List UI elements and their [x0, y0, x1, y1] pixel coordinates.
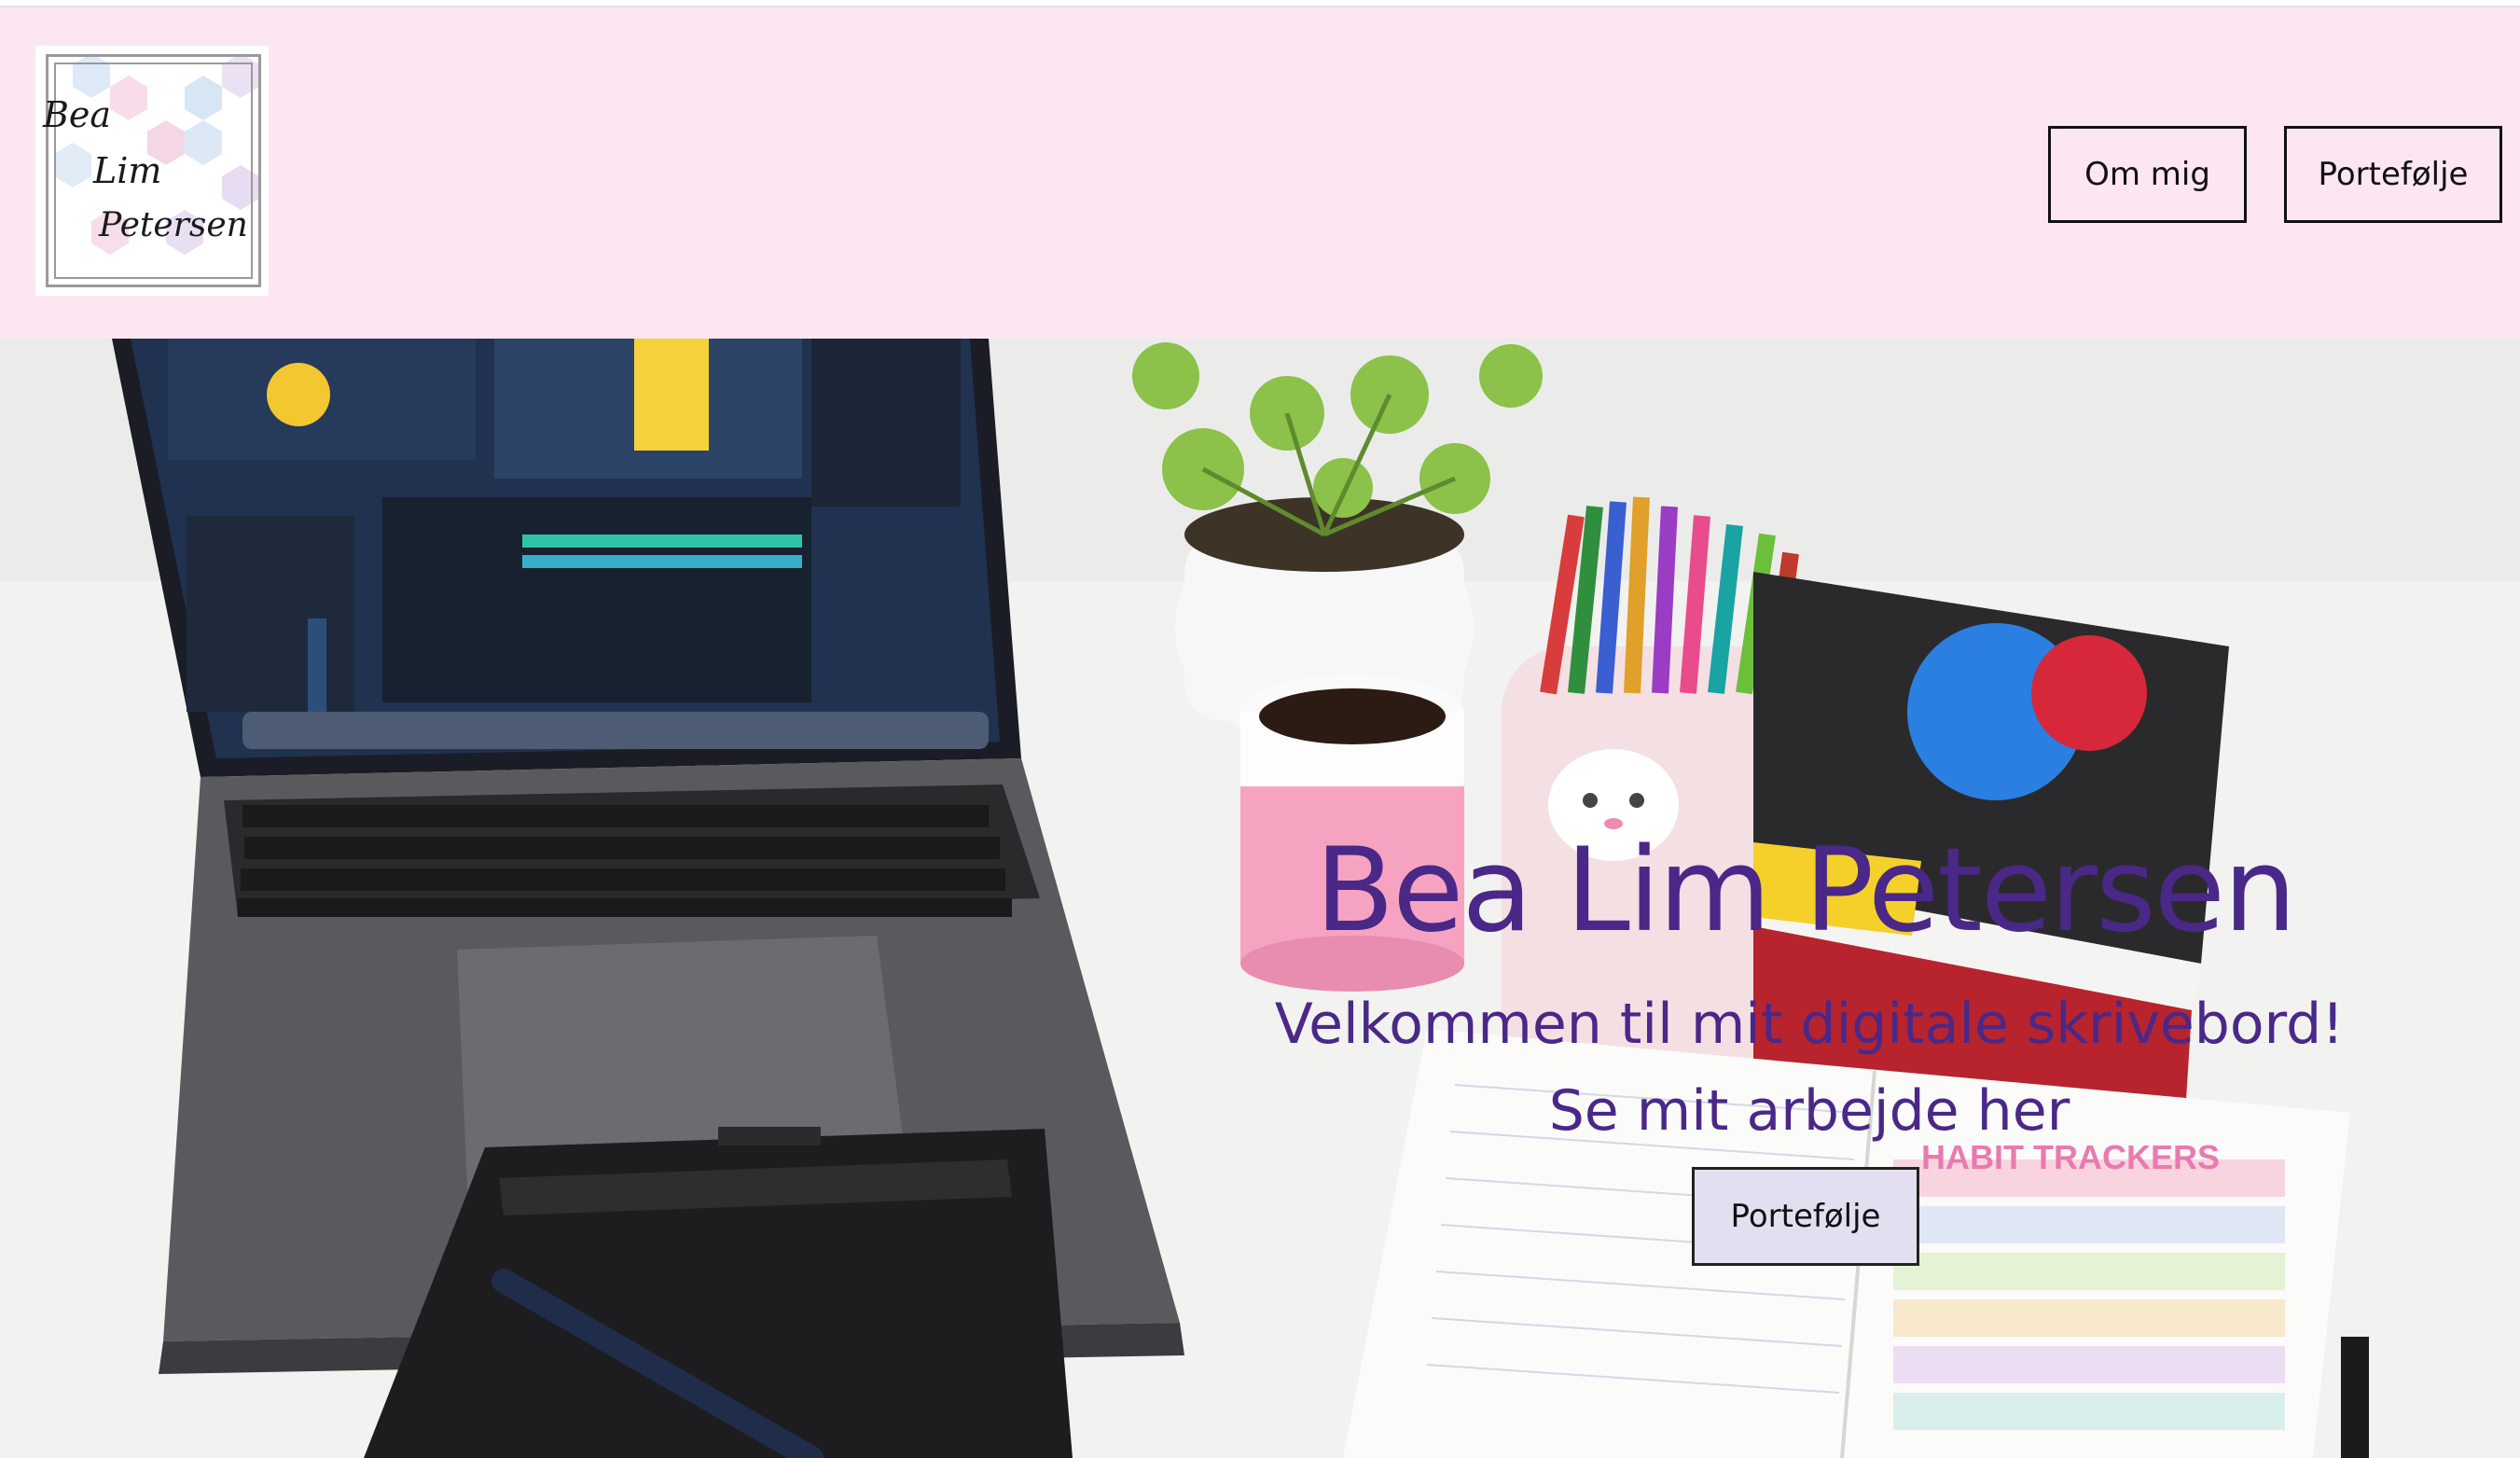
hero-subtitle-line-1: Velkommen til mit digitale skrivebord! — [1274, 992, 2345, 1057]
hero-section: HABIT TRACKERS Bea Lim Petersen Velkomme… — [0, 339, 2520, 1458]
logo-text-line-1: Bea — [43, 94, 112, 135]
nav-portfolio-button[interactable]: Portefølje — [2284, 126, 2502, 223]
hero-portfolio-button[interactable]: Portefølje — [1692, 1167, 1919, 1266]
logo-text-line-2: Lim — [93, 150, 162, 191]
nav-om-mig-button[interactable]: Om mig — [2048, 126, 2247, 223]
top-rule — [0, 0, 2520, 7]
site-logo[interactable]: Bea Lim Petersen — [35, 46, 269, 296]
hero-subtitle-line-2: Se mit arbejde her — [1548, 1078, 2070, 1144]
logo-text-line-3: Petersen — [99, 206, 248, 244]
site-header: Bea Lim Petersen Om mig Portefølje — [0, 7, 2520, 339]
hero-title: Bea Lim Petersen — [1315, 824, 2297, 958]
page: Bea Lim Petersen Om mig Portefølje HABIT… — [0, 0, 2520, 1458]
journal-heading-text: HABIT TRACKERS — [1921, 1138, 2220, 1176]
